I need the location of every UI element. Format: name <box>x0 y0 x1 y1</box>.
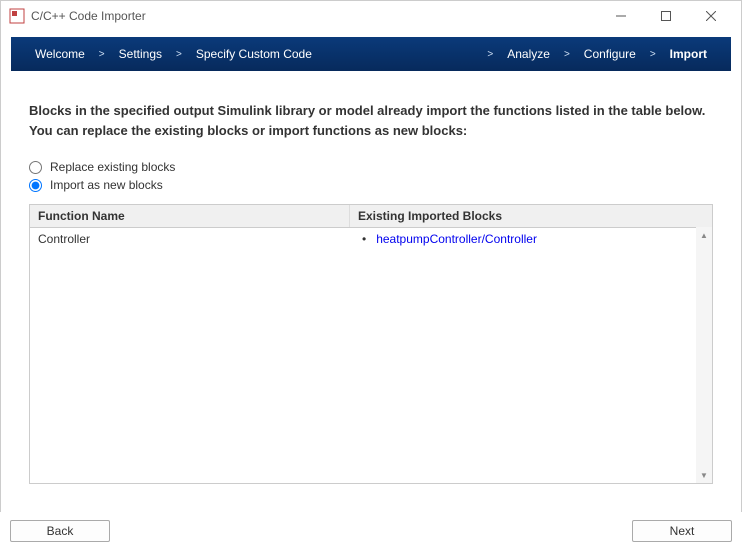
close-button[interactable] <box>688 1 733 31</box>
crumb-import[interactable]: Import <box>660 47 717 61</box>
main-content: Blocks in the specified output Simulink … <box>1 71 741 511</box>
scroll-down-icon[interactable]: ▼ <box>696 467 712 483</box>
radio-group: Replace existing blocks Import as new bl… <box>29 158 713 194</box>
footer: Back Next <box>0 512 742 558</box>
header-existing-blocks: Existing Imported Blocks <box>350 205 712 227</box>
cell-function-name: Controller <box>30 228 350 250</box>
chevron-right-icon: > <box>483 49 497 60</box>
radio-replace-row[interactable]: Replace existing blocks <box>29 158 713 176</box>
chevron-right-icon: > <box>646 49 660 60</box>
intro-text: Blocks in the specified output Simulink … <box>29 101 713 140</box>
block-link[interactable]: heatpumpController/Controller <box>376 232 537 246</box>
window-title: C/C++ Code Importer <box>31 9 598 23</box>
next-button[interactable]: Next <box>632 520 732 542</box>
app-icon <box>9 8 25 24</box>
maximize-button[interactable] <box>643 1 688 31</box>
radio-replace[interactable] <box>29 161 42 174</box>
crumb-analyze[interactable]: Analyze <box>497 47 560 61</box>
table-row: Controller • heatpumpController/Controll… <box>30 228 712 250</box>
titlebar: C/C++ Code Importer <box>1 1 741 31</box>
crumb-settings[interactable]: Settings <box>109 47 172 61</box>
functions-table: Function Name Existing Imported Blocks C… <box>29 204 713 484</box>
radio-import-row[interactable]: Import as new blocks <box>29 176 713 194</box>
breadcrumb: Welcome > Settings > Specify Custom Code… <box>11 37 731 71</box>
scroll-up-icon[interactable]: ▲ <box>696 227 712 243</box>
radio-replace-label[interactable]: Replace existing blocks <box>50 160 175 174</box>
window-controls <box>598 1 733 31</box>
radio-import-label[interactable]: Import as new blocks <box>50 178 163 192</box>
chevron-right-icon: > <box>95 49 109 60</box>
chevron-right-icon: > <box>172 49 186 60</box>
crumb-configure[interactable]: Configure <box>574 47 646 61</box>
bullet-icon: • <box>362 232 366 246</box>
back-button[interactable]: Back <box>10 520 110 542</box>
minimize-button[interactable] <box>598 1 643 31</box>
chevron-right-icon: > <box>560 49 574 60</box>
vertical-scrollbar[interactable]: ▲ ▼ <box>696 227 712 483</box>
header-function-name: Function Name <box>30 205 350 227</box>
crumb-specify-custom-code[interactable]: Specify Custom Code <box>186 47 322 61</box>
table-body: Controller • heatpumpController/Controll… <box>30 228 712 250</box>
table-header: Function Name Existing Imported Blocks <box>30 205 712 228</box>
radio-import[interactable] <box>29 179 42 192</box>
crumb-welcome[interactable]: Welcome <box>25 47 95 61</box>
cell-existing-blocks: • heatpumpController/Controller <box>350 228 712 250</box>
